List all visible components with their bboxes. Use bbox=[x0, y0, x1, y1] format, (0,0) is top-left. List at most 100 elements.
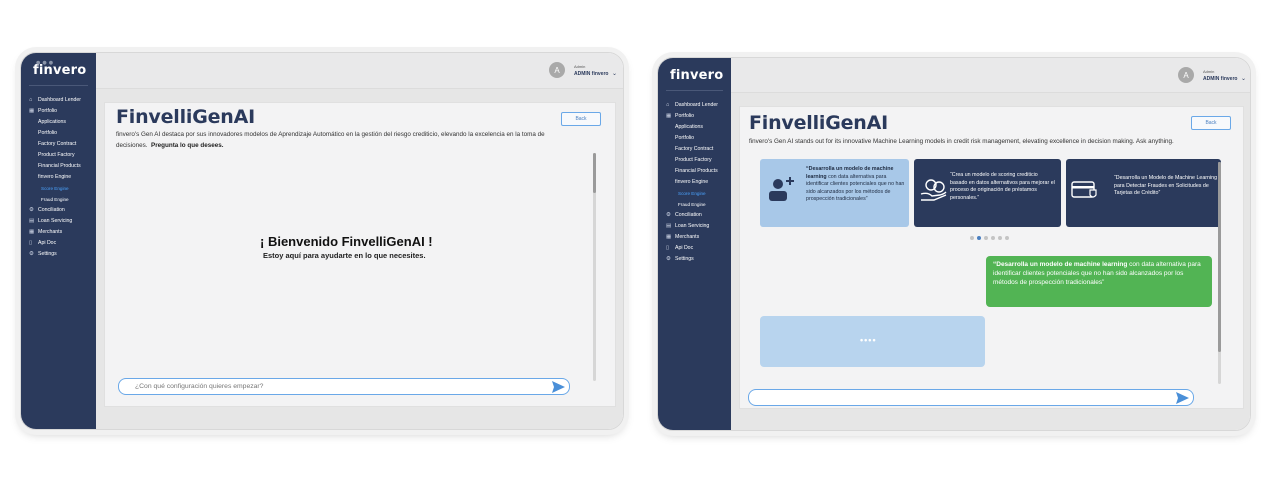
suggestion-card-text: “Desarrolla un Modelo de Machine Learnin… bbox=[1114, 175, 1218, 196]
scrollbar[interactable] bbox=[593, 153, 596, 381]
suggestion-card[interactable]: “Crea un modelo de scoring crediticio ba… bbox=[914, 159, 1061, 227]
chevron-down-icon[interactable]: ⌄ bbox=[612, 70, 617, 77]
sidebar-item-fraud-engine[interactable]: Fraud Engine bbox=[29, 194, 94, 205]
chat-input[interactable]: ¿Con qué configuración quieres empezar? bbox=[118, 378, 570, 395]
scrollbar-thumb[interactable] bbox=[1218, 162, 1221, 352]
sidebar-item-finvero-engine[interactable]: finvero Engine bbox=[666, 177, 729, 188]
chat-input-placeholder: ¿Con qué configuración quieres empezar? bbox=[135, 383, 264, 390]
scrollbar[interactable] bbox=[1218, 162, 1221, 384]
back-button[interactable]: Back bbox=[561, 112, 601, 126]
sidebar-item-portfolio[interactable]: ▦ Portfolio bbox=[666, 111, 729, 122]
doc-icon: ▤ bbox=[666, 223, 672, 229]
user-add-icon bbox=[769, 177, 794, 201]
sidebar-item-finvero-engine[interactable]: finvero Engine bbox=[29, 172, 94, 183]
sidebar-item-conciliation[interactable]: ⚙ Conciliation bbox=[666, 210, 729, 221]
user-info[interactable]: Admin ADMIN finvero bbox=[574, 64, 608, 77]
sidebar-nav: ⌂ Dashboard Lender ▦ Portfolio Application… bbox=[29, 95, 94, 260]
welcome-title: ¡ Bienvenido FinvelliGenAI ! bbox=[260, 234, 433, 249]
sidebar-item-settings[interactable]: ⚙ Settings bbox=[666, 254, 729, 265]
sidebar-item-product-factory[interactable]: Product Factory bbox=[666, 155, 729, 166]
sidebar-item-portfolio-sub[interactable]: Portfolio bbox=[29, 128, 94, 139]
sidebar-item-applications[interactable]: Applications bbox=[666, 122, 729, 133]
main-area: FinvelliGenAI Back finvero's Gen AI dest… bbox=[96, 89, 623, 429]
welcome-subtitle: Estoy aquí para ayudarte en lo que neces… bbox=[263, 251, 426, 260]
finvero-logo[interactable]: finvero bbox=[670, 68, 723, 83]
sidebar-item-financial-products[interactable]: Financial Products bbox=[666, 166, 729, 177]
sidebar-item-merchants[interactable]: ▦ Merchants bbox=[29, 227, 94, 238]
sidebar-item-api-doc[interactable]: ▯ Api Doc bbox=[29, 238, 94, 249]
hand-coins-icon bbox=[920, 179, 947, 201]
sidebar-item-portfolio[interactable]: ▦ Portfolio bbox=[29, 106, 94, 117]
user-role: Admin bbox=[1203, 69, 1215, 74]
finvero-logo[interactable]: ●●● finvero bbox=[33, 60, 86, 78]
sidebar-item-factory-contract[interactable]: Factory Contract bbox=[29, 139, 94, 150]
user-info[interactable]: Admin ADMIN finvero bbox=[1203, 69, 1237, 82]
grid-icon: ▦ bbox=[29, 108, 35, 114]
divider bbox=[29, 85, 88, 86]
content-panel: FinvelliGenAI Back finvero's Gen AI dest… bbox=[104, 102, 616, 407]
file-icon: ▯ bbox=[666, 245, 670, 251]
sidebar-item-product-factory[interactable]: Product Factory bbox=[29, 150, 94, 161]
carousel-dot[interactable] bbox=[1005, 236, 1009, 240]
sidebar-item-fraud-engine[interactable]: Fraud Engine bbox=[666, 199, 729, 210]
sidebar-item-financial-products[interactable]: Financial Products bbox=[29, 161, 94, 172]
sidebar-item-conciliation[interactable]: ⚙ Conciliation bbox=[29, 205, 94, 216]
sidebar-item-loan-servicing[interactable]: ▤ Loan Servicing bbox=[666, 221, 729, 232]
carousel-dot[interactable] bbox=[970, 236, 974, 240]
grid-icon: ▦ bbox=[666, 234, 672, 240]
sidebar-item-dashboard-lender[interactable]: ⌂ Dashboard Lender bbox=[29, 95, 94, 106]
card-shield-icon bbox=[1071, 181, 1097, 198]
sidebar-item-settings[interactable]: ⚙ Settings bbox=[29, 249, 94, 260]
doc-icon: ▤ bbox=[29, 218, 35, 224]
suggestion-card[interactable]: “Desarrolla un Modelo de Machine Learnin… bbox=[1066, 159, 1221, 227]
avatar[interactable]: A bbox=[549, 62, 565, 78]
chevron-down-icon[interactable]: ⌄ bbox=[1241, 75, 1246, 82]
sidebar-item-score-engine[interactable]: Score Engine bbox=[29, 183, 94, 194]
send-icon[interactable] bbox=[1176, 392, 1189, 404]
user-role: Admin bbox=[574, 64, 586, 69]
sidebar-item-loan-servicing[interactable]: ▤ Loan Servicing bbox=[29, 216, 94, 227]
carousel-dot[interactable] bbox=[991, 236, 995, 240]
file-icon: ▯ bbox=[29, 240, 33, 246]
tablet-screen-chat: finvero ⌂ Dashboard Lender ▦ Portfolio App… bbox=[657, 57, 1251, 431]
typing-indicator: •••• bbox=[860, 335, 877, 345]
bot-typing-bubble: •••• bbox=[760, 316, 985, 367]
page-title: FinvelliGenAI bbox=[116, 106, 256, 128]
content-panel: FinvelliGenAI Back finvero's Gen AI stan… bbox=[739, 106, 1244, 409]
sidebar-item-dashboard-lender[interactable]: ⌂ Dashboard Lender bbox=[666, 100, 729, 111]
suggestion-card-text: “Desarrolla un modelo de machine learnin… bbox=[806, 166, 905, 202]
carousel-dot[interactable] bbox=[998, 236, 1002, 240]
user-name: ADMIN finvero bbox=[1203, 76, 1238, 82]
suggestion-card-text: “Crea un modelo de scoring crediticio ba… bbox=[950, 172, 1055, 201]
home-icon: ⌂ bbox=[666, 102, 670, 108]
sidebar: finvero ⌂ Dashboard Lender ▦ Portfolio App… bbox=[658, 58, 731, 430]
home-icon: ⌂ bbox=[29, 97, 33, 103]
sidebar-item-applications[interactable]: Applications bbox=[29, 117, 94, 128]
send-icon[interactable] bbox=[552, 381, 565, 393]
user-message-bubble: “Desarrolla un modelo de machine learnin… bbox=[986, 256, 1212, 307]
back-button[interactable]: Back bbox=[1191, 116, 1231, 130]
page-title: FinvelliGenAI bbox=[749, 112, 889, 134]
user-name: ADMIN finvero bbox=[574, 71, 609, 77]
page-description: finvero's Gen AI destaca por sus innovad… bbox=[116, 131, 545, 149]
avatar[interactable]: A bbox=[1178, 67, 1194, 83]
sidebar-item-api-doc[interactable]: ▯ Api Doc bbox=[666, 243, 729, 254]
scrollbar-thumb[interactable] bbox=[593, 153, 596, 193]
sidebar-item-score-engine[interactable]: Score Engine bbox=[666, 188, 729, 199]
gear-icon: ⚙ bbox=[29, 207, 34, 213]
sidebar-item-portfolio-sub[interactable]: Portfolio bbox=[666, 133, 729, 144]
carousel-dot[interactable] bbox=[984, 236, 988, 240]
settings-icon: ⚙ bbox=[29, 251, 34, 257]
sidebar-item-factory-contract[interactable]: Factory Contract bbox=[666, 144, 729, 155]
grid-icon: ▦ bbox=[666, 113, 672, 119]
carousel-dot-active[interactable] bbox=[977, 236, 981, 240]
sidebar-nav: ⌂ Dashboard Lender ▦ Portfolio Application… bbox=[666, 100, 729, 265]
page-description: finvero's Gen AI stands out for its inno… bbox=[749, 138, 1174, 145]
main-area: FinvelliGenAI Back finvero's Gen AI stan… bbox=[731, 93, 1250, 430]
gear-icon: ⚙ bbox=[666, 212, 671, 218]
sidebar: ●●● finvero ⌂ Dashboard Lender ▦ Portfolio … bbox=[21, 53, 96, 429]
suggestion-card[interactable]: “Desarrolla un modelo de machine learnin… bbox=[760, 159, 909, 227]
chat-input[interactable] bbox=[748, 389, 1194, 406]
sidebar-item-merchants[interactable]: ▦ Merchants bbox=[666, 232, 729, 243]
topbar: A Admin ADMIN finvero ⌄ bbox=[731, 58, 1250, 93]
